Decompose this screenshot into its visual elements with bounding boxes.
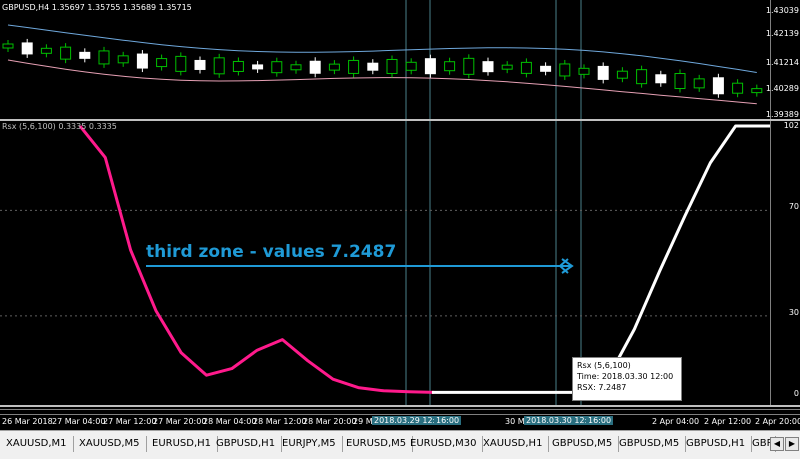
candle-body <box>502 65 512 69</box>
tab-gbpusd-h1[interactable]: GBPUSD,H1 <box>210 436 282 452</box>
candle-body <box>675 74 685 89</box>
candle-body <box>329 64 339 70</box>
candle-body <box>253 65 263 69</box>
chart-tab-bar: XAUUSD,M1 XAUUSD,M5 EURUSD,H1 GBPUSD,H1 … <box>0 430 800 459</box>
candle-body <box>41 48 51 53</box>
time-label: 28 Mar 12:00 <box>253 417 306 426</box>
candle-body <box>541 66 551 71</box>
indicator-tick: 70 <box>789 202 799 211</box>
candle-body <box>61 47 71 59</box>
price-tick: 1.41214 <box>766 58 799 67</box>
candle-body <box>214 58 224 74</box>
tab-eurusd-m30[interactable]: EURUSD,M30 <box>404 436 483 452</box>
time-label: 2 Apr 04:00 <box>652 417 699 426</box>
indicator-tick: 102 <box>784 121 799 130</box>
price-chart-svg <box>0 0 770 119</box>
candle-body <box>445 62 455 71</box>
rsx-series-line <box>432 126 770 392</box>
candle-body <box>233 61 243 71</box>
indicator-tick: 0 <box>794 389 799 398</box>
price-tick: 1.43039 <box>766 6 799 15</box>
price-tick: 1.42139 <box>766 29 799 38</box>
tab-xauusd-m5[interactable]: XAUUSD,M5 <box>73 436 147 452</box>
tab-gbpusd-m5[interactable]: GBPUSD,M5 <box>613 436 686 452</box>
price-chart-pane[interactable]: GBPUSD,H4 1.35697 1.35755 1.35689 1.3571… <box>0 0 770 119</box>
time-label: 27 Mar 12:00 <box>103 417 156 426</box>
tab-gbpusd-h1[interactable]: GBPUSD,H1 <box>680 436 752 452</box>
candle-body <box>80 52 90 58</box>
time-label: 2 Apr 12:00 <box>704 417 751 426</box>
candle-body <box>195 60 205 69</box>
candle-body <box>637 70 647 84</box>
tab-eurjpy-m5[interactable]: EURJPY,M5 <box>276 436 343 452</box>
candle-body <box>733 83 743 93</box>
price-tick: 1.40289 <box>766 84 799 93</box>
tab-scroll-right-icon[interactable]: ▶ <box>785 437 799 451</box>
time-label-highlight: 16:00 <box>434 416 461 425</box>
time-label: 27 Mar 20:00 <box>153 417 206 426</box>
candle-body <box>387 59 397 73</box>
time-label: 2 Apr 20:00 <box>755 417 800 426</box>
candle-body <box>368 63 378 70</box>
price-axis[interactable]: 1.43039 1.42139 1.41214 1.40289 1.39389 <box>770 0 800 119</box>
candle-body <box>349 60 359 73</box>
candle-body <box>310 61 320 73</box>
price-chart-title: GBPUSD,H4 1.35697 1.35755 1.35689 1.3571… <box>2 3 192 12</box>
candle-body <box>694 79 704 88</box>
time-label: 28 Mar 20:00 <box>303 417 356 426</box>
candle-body <box>617 71 627 78</box>
upper-envelope-line <box>8 25 757 73</box>
candle-body <box>521 62 531 73</box>
candle-body <box>464 58 474 74</box>
time-axis[interactable]: 26 Mar 2018 27 Mar 04:00 27 Mar 12:00 27… <box>0 414 800 429</box>
tooltip-line: Time: 2018.03.30 12:00 <box>577 371 677 382</box>
candle-body <box>272 62 282 73</box>
pane-separator[interactable] <box>0 405 800 407</box>
candle-body <box>579 68 589 74</box>
indicator-axis[interactable]: 102 70 30 0 <box>770 121 800 405</box>
candle-body <box>157 59 167 67</box>
tab-eurusd-h1[interactable]: EURUSD,H1 <box>146 436 218 452</box>
time-label-highlight: 16:00 <box>586 416 613 425</box>
candle-body <box>137 54 147 68</box>
candle-body <box>656 75 666 83</box>
candle-body <box>713 78 723 94</box>
tab-xauusd-h1[interactable]: XAUUSD,H1 <box>477 436 549 452</box>
time-label: 26 Mar 2018 <box>2 417 53 426</box>
candle-body <box>291 65 301 70</box>
candle-body <box>752 89 762 93</box>
tooltip-line: Rsx (5,6,100) <box>577 360 677 371</box>
tooltip-line: RSX: 7.2487 <box>577 382 677 393</box>
candle-body <box>598 66 608 79</box>
rsx-tooltip: Rsx (5,6,100) Time: 2018.03.30 12:00 RSX… <box>572 357 682 401</box>
candle-body <box>176 56 186 71</box>
time-label: 28 Mar 04:00 <box>203 417 256 426</box>
time-label: 27 Mar 04:00 <box>52 417 105 426</box>
tab-eurusd-m5[interactable]: EURUSD,M5 <box>340 436 413 452</box>
candle-body <box>118 56 128 63</box>
indicator-title: Rsx (5,6,100) 0.3335 0.3335 <box>2 122 117 131</box>
candle-body <box>560 64 570 76</box>
third-zone-annotation: third zone - values 7.2487 <box>146 242 396 262</box>
candle-body <box>3 44 13 48</box>
indicator-tick: 30 <box>789 308 799 317</box>
tab-scroll-left-icon[interactable]: ◀ <box>770 437 784 451</box>
candle-body <box>425 59 435 74</box>
candle-body <box>99 51 109 64</box>
candle-body <box>483 62 493 72</box>
candle-body <box>406 62 416 70</box>
candle-body <box>22 43 32 54</box>
price-tick: 1.39389 <box>766 110 799 119</box>
tab-xauusd-m1[interactable]: XAUUSD,M1 <box>0 436 74 452</box>
pane-separator[interactable] <box>0 409 800 410</box>
tab-gbpusd-m5[interactable]: GBPUSD,M5 <box>546 436 619 452</box>
